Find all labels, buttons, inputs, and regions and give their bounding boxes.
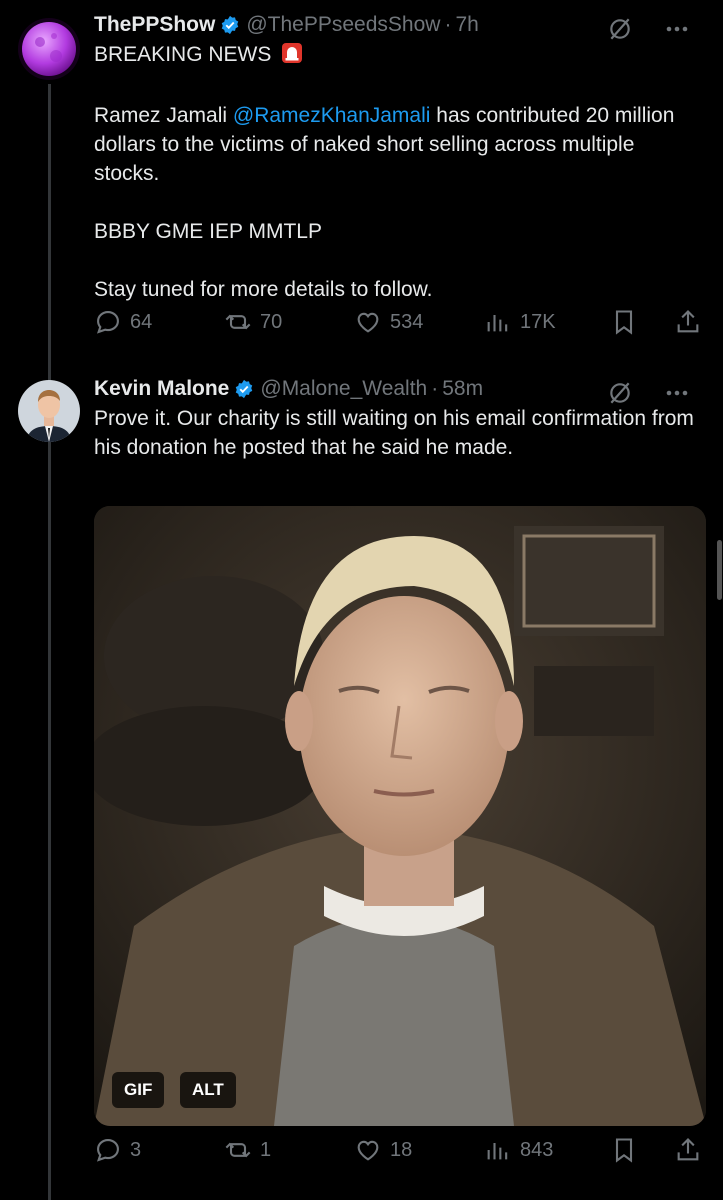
siren-emoji-icon <box>281 42 303 72</box>
reply-button[interactable]: 3 <box>94 1136 141 1164</box>
repost-icon <box>225 1142 251 1158</box>
tweet-2[interactable]: Kevin Malone @Malone_Wealth · 58m Prove … <box>0 360 723 1200</box>
reply-count: 3 <box>130 1138 142 1161</box>
verified-badge-icon <box>236 379 253 399</box>
author-handle[interactable]: @Malone_Wealth <box>260 377 427 401</box>
reply-icon <box>96 311 119 334</box>
views-count: 17K <box>520 310 556 333</box>
like-button[interactable]: 18 <box>354 1136 412 1164</box>
views-count: 843 <box>520 1138 554 1161</box>
views-icon <box>487 1143 508 1160</box>
mention-link[interactable]: @RamezKhanJamali <box>233 104 431 127</box>
bookmark-button[interactable] <box>610 308 638 336</box>
verified-badge-icon <box>222 15 239 35</box>
views-icon <box>487 315 508 332</box>
share-button[interactable] <box>674 1136 702 1164</box>
author-name[interactable]: ThePPShow <box>94 13 215 37</box>
avatar[interactable] <box>18 380 80 442</box>
scrollbar[interactable] <box>717 540 722 600</box>
breaking-news-line: BREAKING NEWS <box>94 43 272 66</box>
repost-icon <box>225 314 251 330</box>
reply-body: Prove it. Our charity is still waiting o… <box>94 407 694 459</box>
reply-icon <box>96 1139 119 1162</box>
bookmark-button[interactable] <box>610 1136 638 1164</box>
like-count: 18 <box>390 1138 413 1161</box>
tweet-1[interactable]: ThePPShow @ThePPseedsShow · 7h BREAKING … <box>0 0 723 1200</box>
share-icon <box>677 310 699 333</box>
author-handle[interactable]: @ThePPseedsShow <box>246 13 440 37</box>
bookmark-icon <box>615 310 633 335</box>
views-button[interactable]: 843 <box>484 1136 553 1164</box>
like-icon <box>357 312 379 333</box>
more-icon[interactable] <box>663 16 691 42</box>
ticker-line: BBBY GME IEP MMTLP <box>94 220 322 243</box>
separator: · <box>444 13 452 36</box>
action-bar: 64 70 534 17K <box>94 308 703 342</box>
gif-media[interactable]: GIF ALT <box>94 506 706 1126</box>
share-icon <box>677 1138 699 1161</box>
tweet-text: BREAKING NEWS Ramez Jamali @RamezKhanJam… <box>94 40 703 304</box>
alt-badge[interactable]: ALT <box>180 1072 236 1108</box>
more-icon[interactable] <box>663 380 691 406</box>
action-bar: 3 1 18 843 <box>94 1136 703 1170</box>
grok-icon[interactable] <box>607 380 633 406</box>
repost-count: 70 <box>260 310 283 333</box>
gif-badge[interactable]: GIF <box>112 1072 165 1108</box>
timestamp[interactable]: 7h <box>455 13 478 37</box>
grok-icon[interactable] <box>607 16 633 42</box>
share-button[interactable] <box>674 308 702 336</box>
bookmark-icon <box>615 1138 633 1163</box>
like-button[interactable]: 534 <box>354 308 423 336</box>
reply-count: 64 <box>130 310 153 333</box>
repost-button[interactable]: 1 <box>224 1136 271 1164</box>
author-name[interactable]: Kevin Malone <box>94 377 229 401</box>
like-count: 534 <box>390 310 424 333</box>
tweet-text: Prove it. Our charity is still waiting o… <box>94 404 703 462</box>
separator: · <box>431 377 439 400</box>
timestamp[interactable]: 58m <box>442 377 483 401</box>
repost-count: 1 <box>260 1138 272 1161</box>
reply-button[interactable]: 64 <box>94 308 152 336</box>
closing-line: Stay tuned for more details to follow. <box>94 278 433 301</box>
views-button[interactable]: 17K <box>484 308 556 336</box>
repost-button[interactable]: 70 <box>224 308 282 336</box>
like-icon <box>357 1140 379 1161</box>
gif-image <box>94 506 706 1126</box>
avatar[interactable] <box>18 18 80 80</box>
